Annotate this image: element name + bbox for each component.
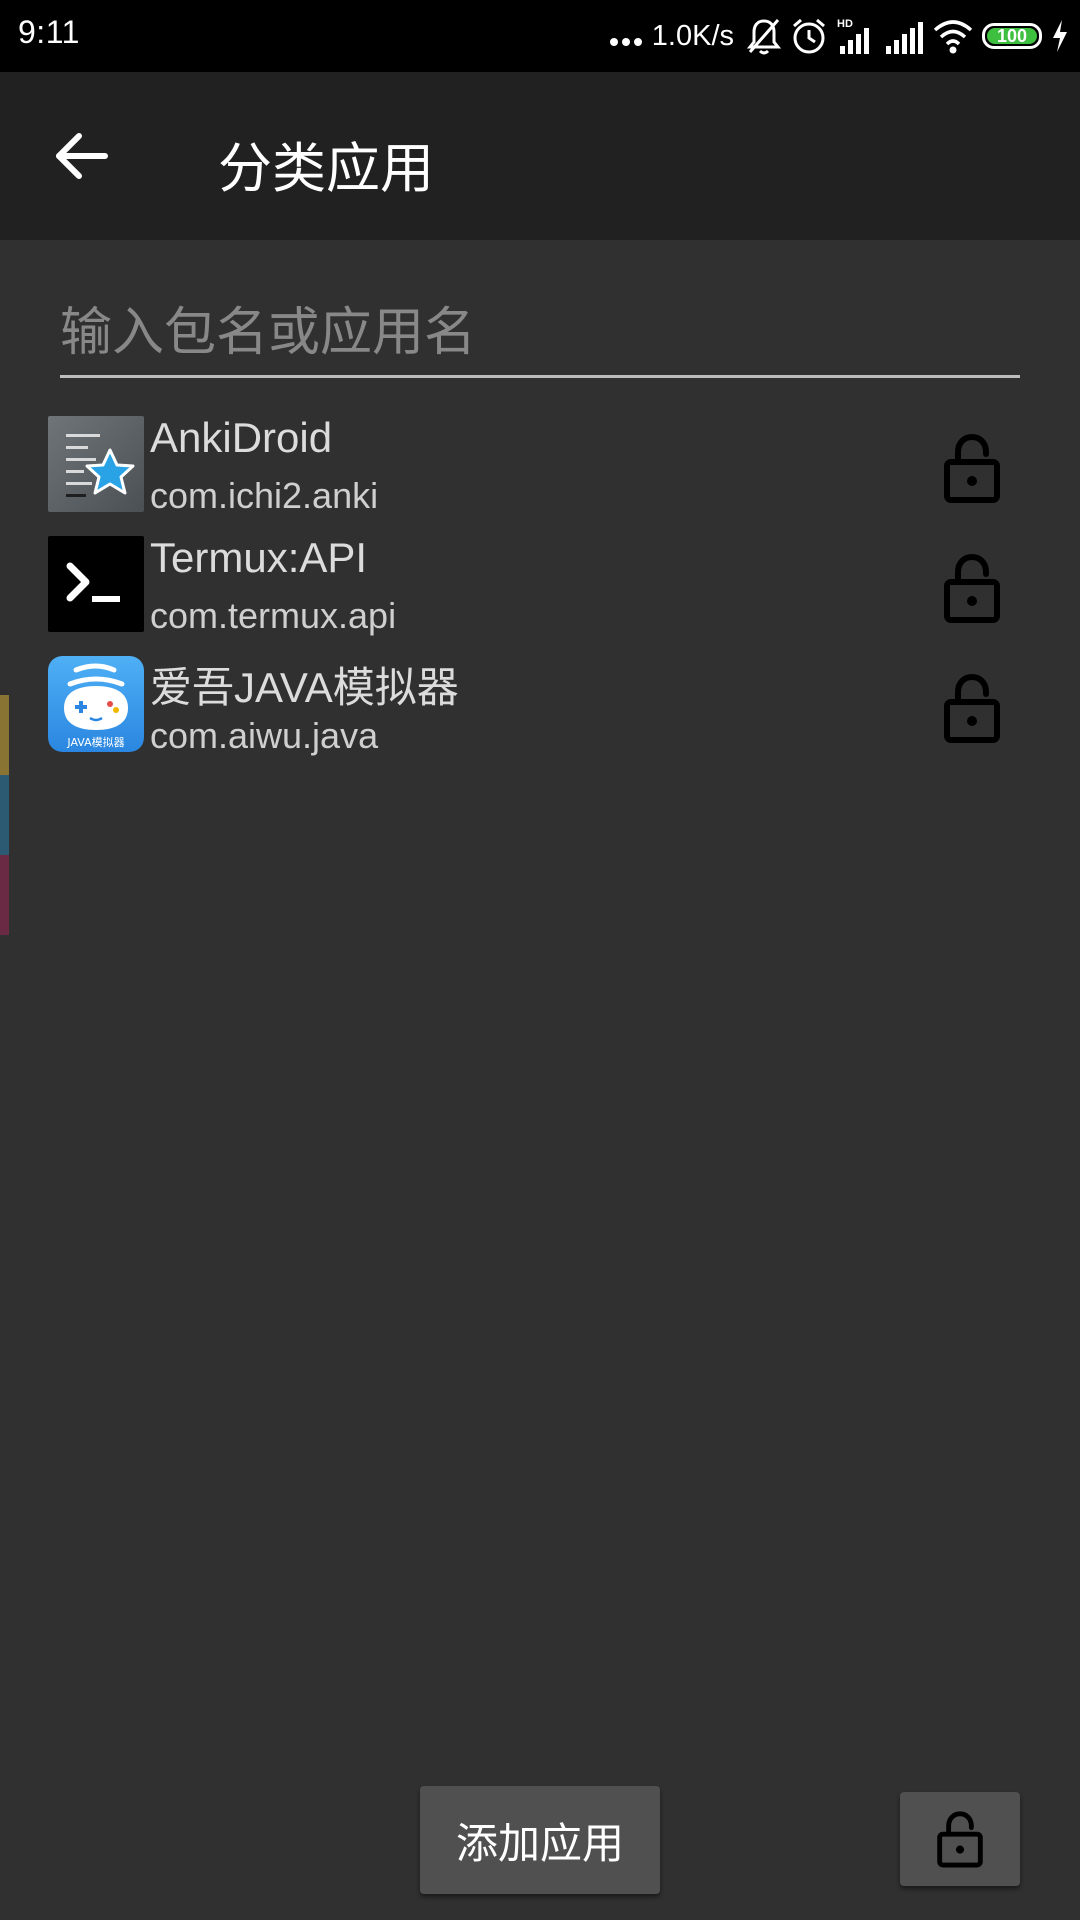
edge-tab[interactable] <box>0 855 9 935</box>
signal-icon: HD <box>837 18 869 54</box>
status-time: 9:11 <box>18 14 80 50</box>
app-package: com.termux.api <box>150 595 397 636</box>
lock-toggle-button[interactable] <box>940 430 1004 506</box>
aiwu-java-app-icon: JAVA模拟器 <box>48 656 144 752</box>
app-list: AnkiDroid com.ichi2.anki Termux:API com.… <box>0 410 1080 770</box>
search-input[interactable] <box>60 290 1020 378</box>
edge-tab[interactable] <box>0 775 9 855</box>
charging-icon <box>1053 20 1067 52</box>
app-name: Termux:API <box>150 534 368 581</box>
lock-toggle-button[interactable] <box>940 550 1004 626</box>
more-dots-icon <box>609 26 642 46</box>
status-bar: 9:11 1.0K/s HD 100 <box>0 0 1080 72</box>
svg-text:HD: HD <box>837 18 853 30</box>
svg-text:JAVA模拟器: JAVA模拟器 <box>66 735 124 749</box>
app-name: 爱吾JAVA模拟器 <box>150 664 459 711</box>
edge-tab[interactable] <box>0 695 9 775</box>
ankidroid-app-icon <box>48 416 144 512</box>
status-icons: 1.0K/s HD 100 <box>609 12 1070 60</box>
app-package: com.aiwu.java <box>150 715 379 756</box>
unlock-icon <box>944 433 1000 503</box>
list-item[interactable]: AnkiDroid com.ichi2.anki <box>0 410 1080 530</box>
alarm-icon <box>793 18 825 54</box>
battery-level: 100 <box>996 25 1028 46</box>
network-speed: 1.0K/s <box>651 19 734 52</box>
termux-app-icon <box>48 536 144 632</box>
arrow-left-icon <box>56 133 108 179</box>
wifi-icon <box>933 20 973 54</box>
back-button[interactable] <box>38 116 124 196</box>
signal-icon <box>886 22 923 54</box>
lock-all-button[interactable] <box>900 1792 1020 1886</box>
app-package: com.ichi2.anki <box>150 475 379 516</box>
list-item[interactable]: JAVA模拟器 爱吾JAVA模拟器 com.aiwu.java <box>0 650 1080 770</box>
page-title: 分类应用 <box>218 137 434 200</box>
lock-toggle-button[interactable] <box>940 670 1004 746</box>
unlock-icon <box>944 673 1000 743</box>
mute-notification-icon <box>746 19 782 55</box>
add-app-button[interactable]: 添加应用 <box>420 1786 660 1894</box>
battery-icon: 100 <box>982 23 1042 49</box>
unlock-icon <box>937 1811 983 1868</box>
list-item[interactable]: Termux:API com.termux.api <box>0 530 1080 650</box>
app-bar: 分类应用 <box>0 72 1080 240</box>
app-name: AnkiDroid <box>150 414 333 461</box>
unlock-icon <box>944 553 1000 623</box>
